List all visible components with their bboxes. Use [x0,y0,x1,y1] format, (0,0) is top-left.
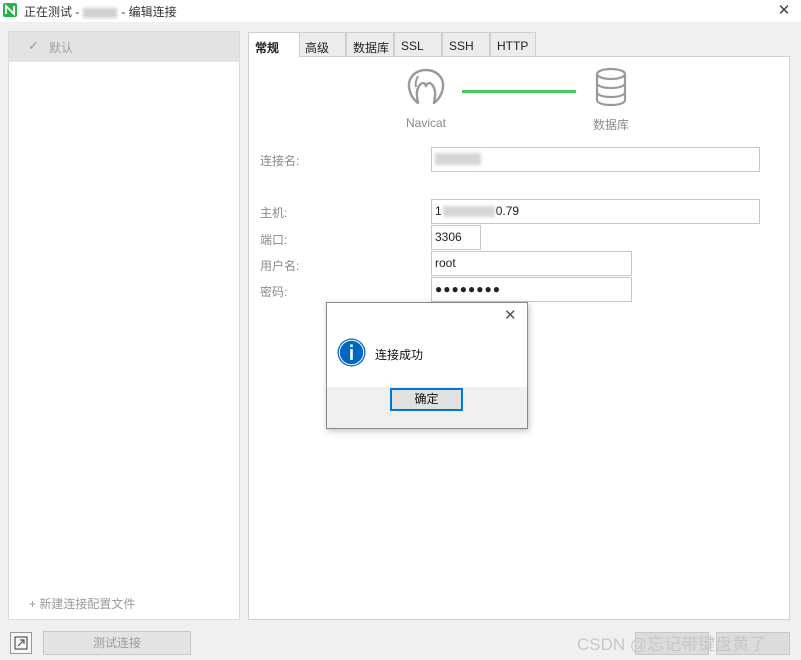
connection-status-line [462,90,576,93]
check-icon: ✓ [28,38,39,53]
navicat-label: Navicat [406,116,447,130]
message-dialog: ✕ 连接成功 确定 [326,302,528,429]
tab-database[interactable]: 数据库 [346,32,394,56]
profile-item-label: 默认 [49,41,74,55]
dialog-titlebar: ✕ [327,303,527,329]
title-suffix: - 编辑连接 [121,5,177,19]
tab-advanced[interactable]: 高级 [298,32,346,56]
tab-ssh[interactable]: SSH [442,32,490,56]
navicat-app-icon [3,3,17,17]
password-input[interactable]: ●●●●●●●● [431,277,632,302]
title-prefix: 正在测试 - [24,5,80,19]
host-input[interactable]: 1 0.79 [431,199,760,224]
port-input[interactable]: 3306 [431,225,481,250]
info-icon [337,338,366,367]
connection-name-label: 连接名: [260,154,300,168]
host-value-start: 1 [435,204,442,218]
database-icon [594,66,628,108]
port-label: 端口: [260,233,288,247]
password-label: 密码: [260,285,288,299]
window-close-button[interactable]: ✕ [774,2,794,20]
dialog-ok-button[interactable]: 确定 [390,388,463,411]
navicat-logo-icon [404,66,448,108]
username-input[interactable]: root [431,251,632,276]
host-label: 主机: [260,206,288,220]
tab-http[interactable]: HTTP [490,32,536,56]
tab-general[interactable]: 常规 [248,32,300,57]
username-label: 用户名: [260,259,300,273]
redacted-value [435,153,481,165]
dialog-close-button[interactable]: ✕ [504,306,517,324]
connection-name-input[interactable] [431,147,760,172]
dialog-body: 连接成功 [327,329,527,387]
host-value-end: 0.79 [495,204,520,218]
redacted-connection-name [83,7,118,18]
tab-ssl[interactable]: SSL [394,32,442,56]
window-title: 正在测试 - - 编辑连接 [24,3,177,20]
export-icon[interactable] [10,632,32,654]
watermark: CSDN @忘记带键盘黄了 [577,635,767,654]
dialog-message: 连接成功 [375,348,424,362]
test-connection-button[interactable]: 测试连接 [43,631,191,655]
database-label: 数据库 [593,118,630,132]
profile-item-default[interactable]: ✓ 默认 [9,32,239,62]
redacted-value [442,206,495,218]
profile-list-panel: ✓ 默认 + 新建连接配置文件 [8,31,240,620]
new-profile-link[interactable]: + 新建连接配置文件 [29,595,135,612]
